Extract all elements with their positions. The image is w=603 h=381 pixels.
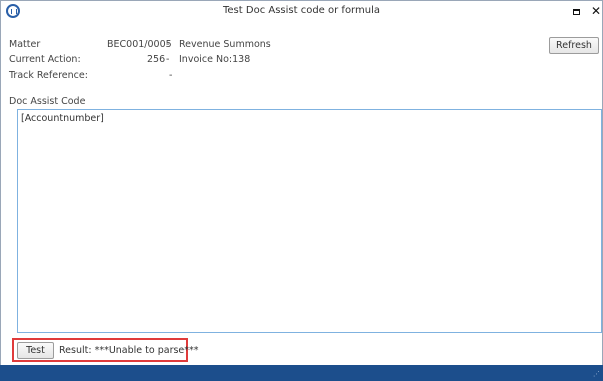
- test-result-text: Result: ***Unable to parse***: [59, 345, 199, 356]
- matter-code: BEC001/0005: [107, 39, 172, 50]
- refresh-button[interactable]: Refresh: [549, 37, 599, 54]
- close-icon[interactable]: ✕: [591, 4, 601, 18]
- dialog-window: Test Doc Assist code or formula ✕ Matter…: [0, 0, 603, 381]
- doc-assist-code-editor[interactable]: [Accountnumber]: [17, 109, 602, 333]
- resize-grip-icon[interactable]: ⋰: [593, 370, 600, 378]
- current-action-separator: -: [166, 54, 170, 65]
- current-action-description: Invoice No:138: [179, 54, 251, 65]
- maximize-icon[interactable]: [573, 9, 580, 15]
- matter-description: Revenue Summons: [179, 39, 271, 50]
- matter-separator: -: [166, 39, 170, 50]
- track-reference-value: -: [169, 70, 173, 81]
- test-button[interactable]: Test: [17, 342, 54, 359]
- status-bar: ⋰: [0, 365, 603, 381]
- doc-assist-code-label: Doc Assist Code: [9, 96, 86, 107]
- current-action-label: Current Action:: [9, 54, 81, 65]
- track-reference-label: Track Reference:: [9, 70, 88, 81]
- title-bar: Test Doc Assist code or formula ✕: [1, 1, 602, 23]
- matter-label: Matter: [9, 39, 41, 50]
- current-action-number: 256: [147, 54, 166, 65]
- window-title: Test Doc Assist code or formula: [223, 5, 380, 16]
